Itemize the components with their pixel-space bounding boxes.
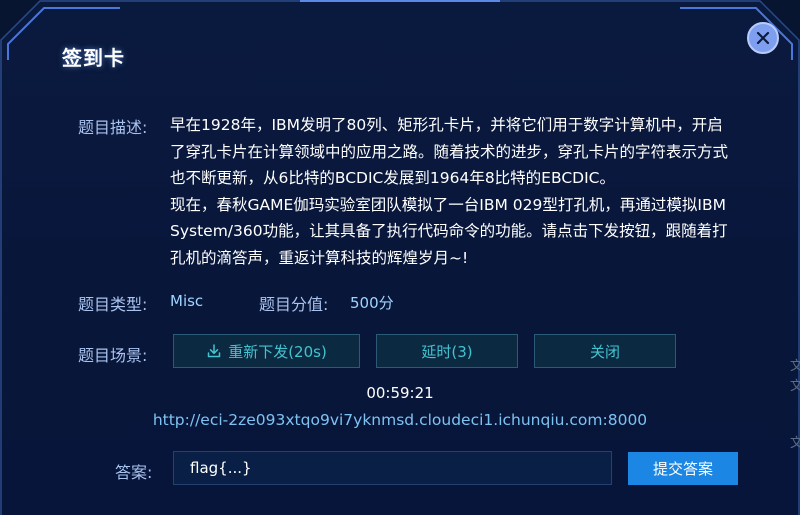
description-line: 了穿孔卡片在计算领域中的应用之路。随着技术的进步，穿孔卡片的字符表示方式 [170, 142, 729, 161]
close-button[interactable] [747, 22, 779, 54]
close-scene-button-label: 关闭 [589, 342, 620, 361]
edge-glyph: 文 [790, 359, 800, 374]
description-line: 早在1928年，IBM发明了80列、矩形孔卡片，并将它们用于数字计算机中，开启 [170, 116, 723, 134]
description-line: 孔机的滴答声，重返计算科技的辉煌岁月~! [170, 248, 469, 267]
extend-button[interactable]: 延时(3) [376, 334, 518, 368]
description-text: 早在1928年，IBM发明了80列、矩形孔卡片，并将它们用于数字计算机中，开启 … [170, 112, 750, 271]
countdown-timer: 00:59:21 [366, 384, 434, 402]
score-value: 500分 [350, 294, 394, 312]
download-icon [207, 344, 221, 358]
close-scene-button[interactable]: 关闭 [534, 334, 676, 368]
description-line: System/360功能，让其具备了执行代码命令的功能。请点击下发按钮，跟随着打 [170, 222, 728, 240]
edge-glyph: 文 [790, 436, 800, 451]
answer-input[interactable]: flag{...} [173, 451, 612, 485]
type-value: Misc [170, 292, 204, 310]
redeploy-button-label: 重新下发(20s) [228, 342, 327, 361]
description-line: 也不断更新，从6比特的BCDIC发展到1964年8比特的EBCDIC。 [170, 169, 615, 187]
answer-label: 答案: [115, 463, 153, 482]
score-label: 题目分值: [259, 295, 329, 314]
dialog-title: 签到卡 [62, 46, 125, 70]
description-label: 题目描述: [78, 118, 148, 137]
description-line: 现在，春秋GAME伽玛实验室团队模拟了一台IBM 029型打孔机，再通过模拟IB… [170, 195, 726, 214]
scene-label: 题目场景: [78, 346, 148, 365]
redeploy-button[interactable]: 重新下发(20s) [173, 334, 360, 368]
edge-glyph: 文 [790, 379, 800, 394]
type-label: 题目类型: [78, 295, 148, 314]
submit-answer-button[interactable]: 提交答案 [628, 452, 738, 485]
close-icon [756, 31, 770, 45]
answer-input-value: flag{...} [190, 459, 252, 477]
scene-url-link[interactable]: http://eci-2ze093xtqo9vi7yknmsd.cloudeci… [0, 411, 800, 429]
extend-button-label: 延时(3) [421, 342, 473, 361]
